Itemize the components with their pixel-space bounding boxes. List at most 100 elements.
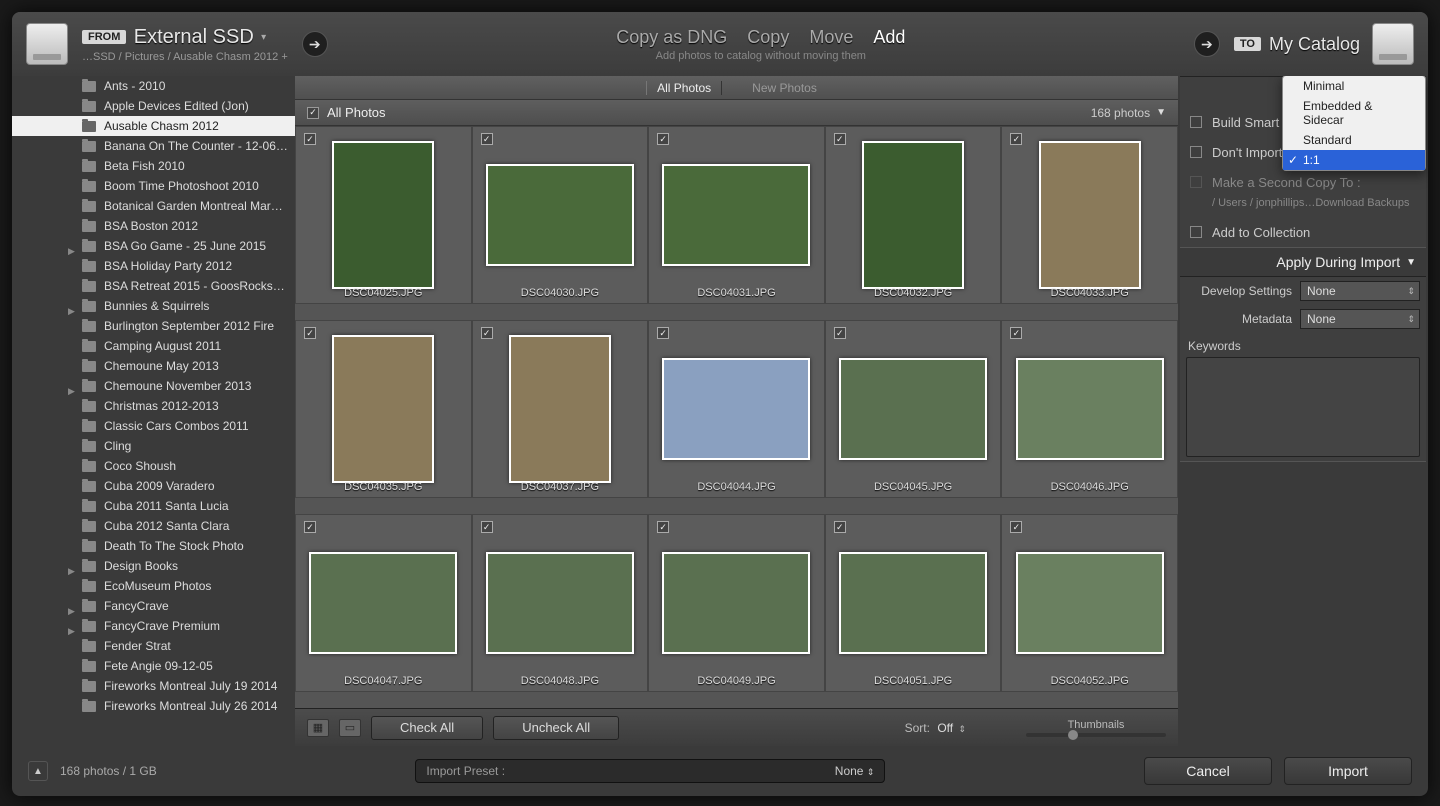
folder-item[interactable]: Apple Devices Edited (Jon) bbox=[12, 96, 295, 116]
source-group[interactable]: FROM External SSD ▾ …SSD / Pictures / Au… bbox=[82, 26, 288, 63]
folder-item[interactable]: Banana On The Counter - 12-06… bbox=[12, 136, 295, 156]
build-previews-menu[interactable]: MinimalEmbedded & SidecarStandard1:1 bbox=[1282, 76, 1426, 171]
folder-item[interactable]: Camping August 2011 bbox=[12, 336, 295, 356]
thumbnail-checkbox[interactable]: ✓ bbox=[657, 133, 669, 145]
thumbnail-cell[interactable]: ✓DSC04045.JPG bbox=[825, 320, 1002, 498]
thumbnail-cell[interactable]: ✓DSC04051.JPG bbox=[825, 514, 1002, 692]
thumbnail-checkbox[interactable]: ✓ bbox=[657, 521, 669, 533]
folder-item[interactable]: Fireworks Montreal July 26 2014 bbox=[12, 696, 295, 716]
dest-drive-icon[interactable] bbox=[1372, 23, 1414, 65]
folder-item[interactable]: ▶BSA Go Game - 25 June 2015 bbox=[12, 236, 295, 256]
disclosure-triangle-icon[interactable]: ▶ bbox=[68, 386, 75, 396]
source-arrow-button[interactable]: ➔ bbox=[302, 31, 328, 57]
keywords-input[interactable] bbox=[1186, 357, 1420, 457]
sort-control[interactable]: Sort: Off ⇕ bbox=[905, 721, 966, 735]
thumbnail-cell[interactable]: ✓DSC04049.JPG bbox=[648, 514, 825, 692]
thumbnail-checkbox[interactable]: ✓ bbox=[834, 521, 846, 533]
folder-item[interactable]: Ausable Chasm 2012 bbox=[12, 116, 295, 136]
second-copy-checkbox[interactable] bbox=[1190, 176, 1202, 188]
folder-item[interactable]: Ants - 2010 bbox=[12, 76, 295, 96]
thumbnail-checkbox[interactable]: ✓ bbox=[304, 327, 316, 339]
cancel-button[interactable]: Cancel bbox=[1144, 757, 1272, 785]
folder-item[interactable]: Fender Strat bbox=[12, 636, 295, 656]
grid-view-icon[interactable]: ▦ bbox=[307, 719, 329, 737]
chevron-down-icon[interactable]: ▾ bbox=[261, 32, 266, 43]
action-move[interactable]: Move bbox=[809, 27, 853, 47]
folder-item[interactable]: Beta Fish 2010 bbox=[12, 156, 295, 176]
import-button[interactable]: Import bbox=[1284, 757, 1412, 785]
build-previews-row[interactable]: Build Previews MinimalEmbedded & Sidecar… bbox=[1180, 77, 1426, 107]
thumbnail-checkbox[interactable]: ✓ bbox=[834, 133, 846, 145]
thumbnail-image[interactable] bbox=[839, 358, 987, 460]
disclosure-triangle-icon[interactable]: ▶ bbox=[68, 566, 75, 576]
thumbnail-cell[interactable]: ✓DSC04044.JPG bbox=[648, 320, 825, 498]
tab-new-photos[interactable]: New Photos bbox=[742, 81, 827, 95]
thumbnail-cell[interactable]: ✓DSC04046.JPG bbox=[1001, 320, 1178, 498]
folder-item[interactable]: Botanical Garden Montreal Mar… bbox=[12, 196, 295, 216]
check-all-button[interactable]: Check All bbox=[371, 716, 483, 740]
folder-item[interactable]: BSA Retreat 2015 - GoosRocks… bbox=[12, 276, 295, 296]
thumbnail-checkbox[interactable]: ✓ bbox=[834, 327, 846, 339]
source-folder-tree[interactable]: Ants - 2010Apple Devices Edited (Jon)Aus… bbox=[12, 76, 295, 746]
disclosure-triangle-icon[interactable]: ▶ bbox=[68, 306, 75, 316]
folder-item[interactable]: ▶FancyCrave Premium bbox=[12, 616, 295, 636]
apply-during-import-header[interactable]: Apply During Import ▼ bbox=[1180, 248, 1426, 276]
thumbnail-cell[interactable]: ✓DSC04032.JPG bbox=[825, 126, 1002, 304]
folder-item[interactable]: Fete Angie 09-12-05 bbox=[12, 656, 295, 676]
folder-item[interactable]: ▶Design Books bbox=[12, 556, 295, 576]
folder-item[interactable]: ▶Chemoune November 2013 bbox=[12, 376, 295, 396]
menu-item[interactable]: Minimal bbox=[1283, 76, 1425, 96]
thumbnail-image[interactable] bbox=[332, 141, 434, 289]
dest-arrow-button[interactable]: ➔ bbox=[1194, 31, 1220, 57]
thumbnail-cell[interactable]: ✓DSC04037.JPG bbox=[472, 320, 649, 498]
thumbnail-slider[interactable] bbox=[1026, 733, 1166, 737]
thumbnail-image[interactable] bbox=[509, 335, 611, 483]
folder-item[interactable]: ▶Bunnies & Squirrels bbox=[12, 296, 295, 316]
smart-previews-checkbox[interactable] bbox=[1190, 116, 1202, 128]
folder-item[interactable]: Burlington September 2012 Fire bbox=[12, 316, 295, 336]
metadata-select[interactable]: None⇕ bbox=[1300, 309, 1420, 329]
thumbnail-cell[interactable]: ✓DSC04033.JPG bbox=[1001, 126, 1178, 304]
thumbnail-image[interactable] bbox=[332, 335, 434, 483]
uncheck-all-button[interactable]: Uncheck All bbox=[493, 716, 619, 740]
folder-item[interactable]: Christmas 2012-2013 bbox=[12, 396, 295, 416]
thumbnail-checkbox[interactable]: ✓ bbox=[1010, 133, 1022, 145]
action-copy-as-dng[interactable]: Copy as DNG bbox=[616, 27, 727, 47]
thumbnail-cell[interactable]: ✓DSC04052.JPG bbox=[1001, 514, 1178, 692]
thumbnail-checkbox[interactable]: ✓ bbox=[1010, 521, 1022, 533]
thumbnail-checkbox[interactable]: ✓ bbox=[304, 521, 316, 533]
thumbnail-image[interactable] bbox=[839, 552, 987, 654]
thumbnail-checkbox[interactable]: ✓ bbox=[481, 521, 493, 533]
folder-item[interactable]: BSA Holiday Party 2012 bbox=[12, 256, 295, 276]
expand-button[interactable]: ▲ bbox=[28, 761, 48, 781]
thumbnail-image[interactable] bbox=[309, 552, 457, 654]
thumbnail-image[interactable] bbox=[486, 164, 634, 266]
thumbnail-checkbox[interactable]: ✓ bbox=[304, 133, 316, 145]
folder-item[interactable]: Classic Cars Combos 2011 bbox=[12, 416, 295, 436]
folder-item[interactable]: ▶FancyCrave bbox=[12, 596, 295, 616]
folder-item[interactable]: Cuba 2011 Santa Lucia bbox=[12, 496, 295, 516]
thumbnail-image[interactable] bbox=[1016, 552, 1164, 654]
second-copy-row[interactable]: Make a Second Copy To : / Users / jonphi… bbox=[1180, 167, 1426, 217]
thumbnail-image[interactable] bbox=[862, 141, 964, 289]
disclosure-triangle-icon[interactable]: ▶ bbox=[68, 606, 75, 616]
thumbnail-cell[interactable]: ✓DSC04047.JPG bbox=[295, 514, 472, 692]
disclosure-triangle-icon[interactable]: ▶ bbox=[68, 246, 75, 256]
thumbnail-cell[interactable]: ✓DSC04025.JPG bbox=[295, 126, 472, 304]
thumbnail-cell[interactable]: ✓DSC04048.JPG bbox=[472, 514, 649, 692]
thumbnail-checkbox[interactable]: ✓ bbox=[481, 327, 493, 339]
thumbnail-checkbox[interactable]: ✓ bbox=[657, 327, 669, 339]
folder-item[interactable]: EcoMuseum Photos bbox=[12, 576, 295, 596]
section-disclosure-icon[interactable]: ▼ bbox=[1156, 107, 1166, 118]
thumbnail-cell[interactable]: ✓DSC04035.JPG bbox=[295, 320, 472, 498]
add-collection-checkbox[interactable] bbox=[1190, 226, 1202, 238]
thumbnail-image[interactable] bbox=[662, 552, 810, 654]
folder-item[interactable]: Boom Time Photoshoot 2010 bbox=[12, 176, 295, 196]
thumbnail-size-control[interactable]: Thumbnails bbox=[1026, 719, 1166, 737]
thumbnail-checkbox[interactable]: ✓ bbox=[1010, 327, 1022, 339]
action-add[interactable]: Add bbox=[873, 27, 905, 47]
folder-item[interactable]: Fireworks Montreal July 19 2014 bbox=[12, 676, 295, 696]
menu-item[interactable]: Standard bbox=[1283, 130, 1425, 150]
folder-item[interactable]: Cuba 2012 Santa Clara bbox=[12, 516, 295, 536]
folder-item[interactable]: Chemoune May 2013 bbox=[12, 356, 295, 376]
